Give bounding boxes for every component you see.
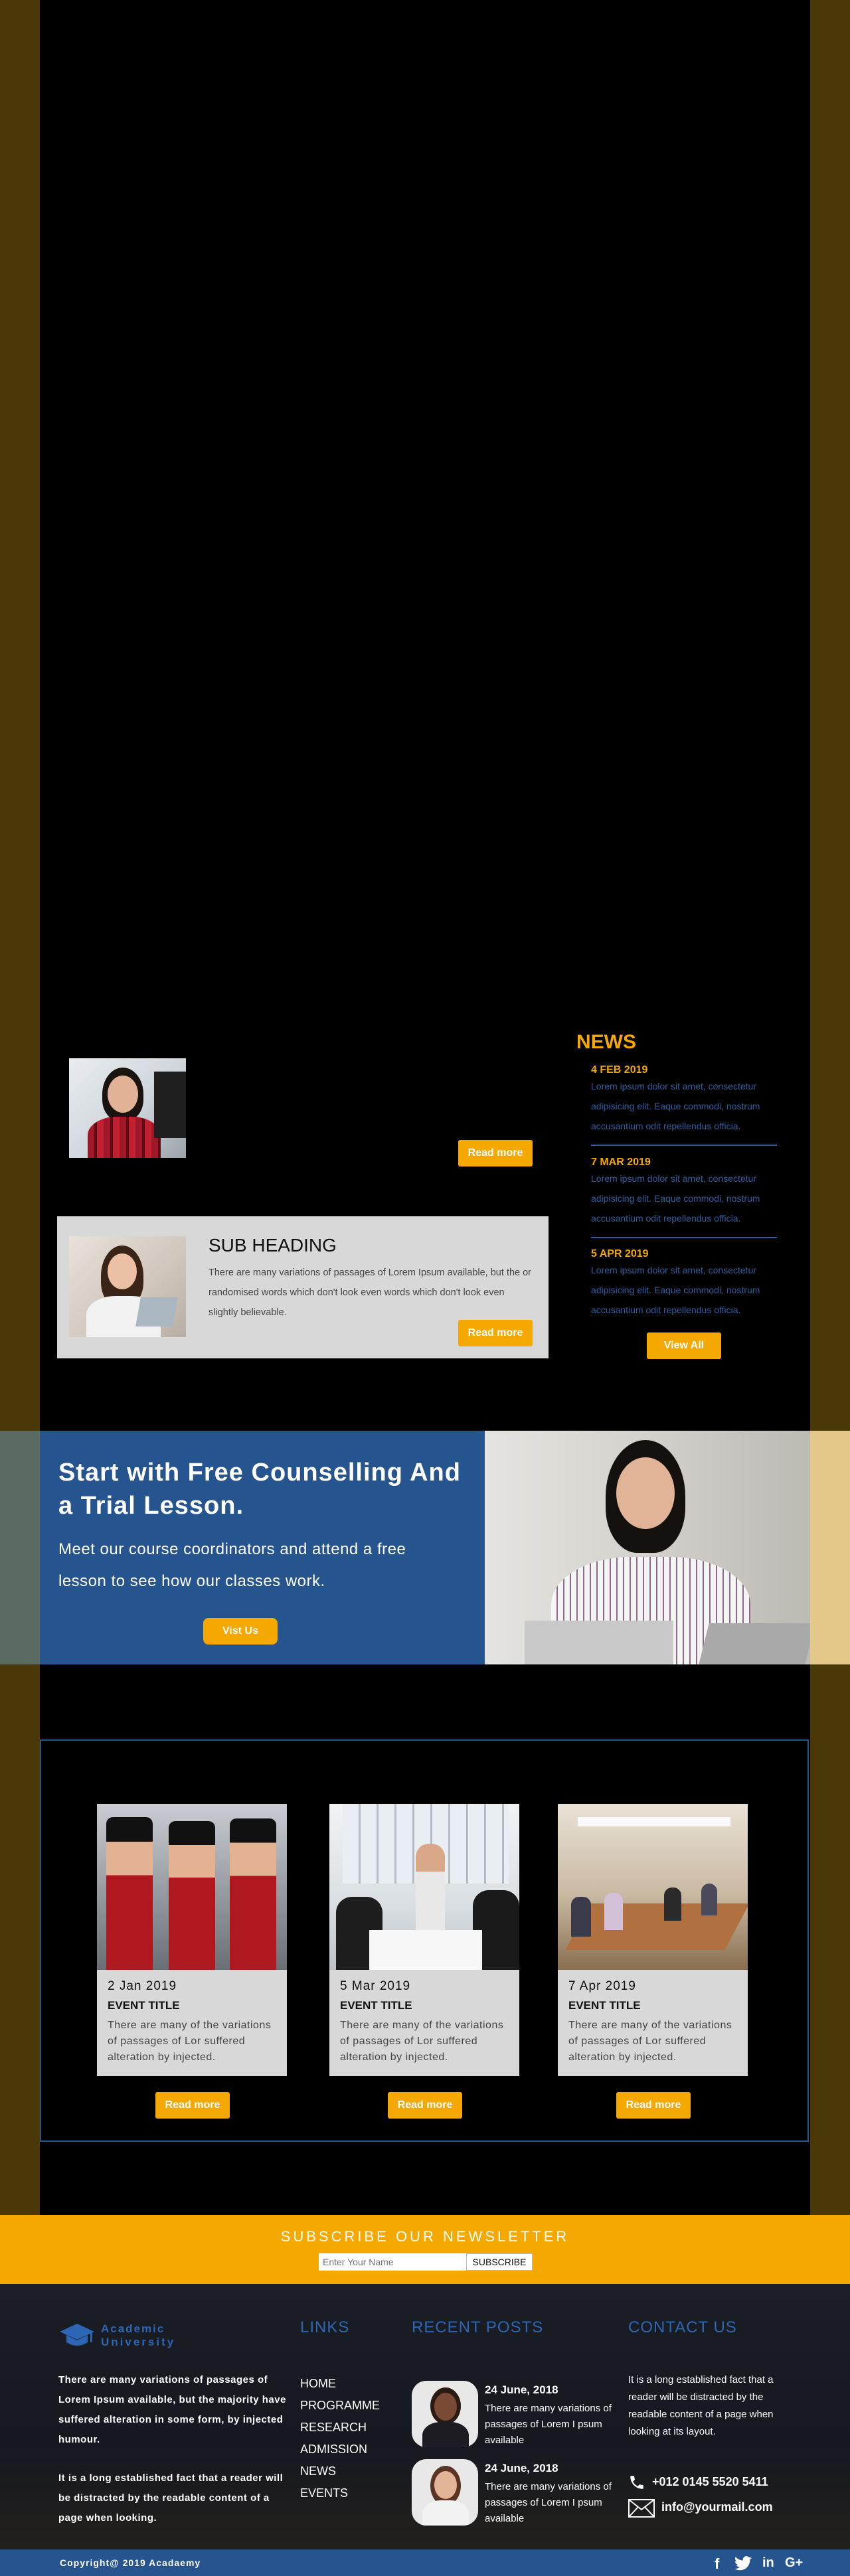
event-text: There are many of the variations of pass… bbox=[108, 2020, 272, 2063]
news-item[interactable]: 5 APR 2019 Lorem ipsum dolor sit amet, c… bbox=[591, 1248, 777, 1320]
footer-link-research[interactable]: RESEARCH bbox=[300, 2417, 380, 2439]
view-all-button[interactable]: View All bbox=[647, 1332, 721, 1359]
copyright-bar: Copyright@ 2019 Acadaemy f in G+ bbox=[0, 2549, 850, 2576]
event-title: EVENT TITLE bbox=[108, 1999, 180, 2012]
phone-number: +012 0145 5520 5411 bbox=[652, 2475, 768, 2488]
envelope-icon bbox=[628, 2499, 655, 2518]
sub-heading-card: SUB HEADING There are many variations of… bbox=[57, 1216, 549, 1358]
right-gutter bbox=[810, 0, 850, 1431]
event-text: There are many of the variations of pass… bbox=[568, 2020, 732, 2063]
linkedin-icon[interactable]: in bbox=[762, 2555, 774, 2571]
divider bbox=[591, 1237, 777, 1238]
contact-title: CONTACT US bbox=[628, 2318, 737, 2336]
news-item[interactable]: 4 FEB 2019 Lorem ipsum dolor sit amet, c… bbox=[591, 1064, 777, 1136]
recent-post[interactable]: 24 June, 2018 There are many variations … bbox=[412, 2459, 624, 2528]
facebook-icon[interactable]: f bbox=[715, 2555, 719, 2573]
footer-about-2: It is a long established fact that a rea… bbox=[58, 2472, 284, 2524]
sub-card-text: There are many variations of passages of… bbox=[209, 1267, 532, 1318]
footer: Academic University There are many varia… bbox=[0, 2284, 850, 2549]
links-title: LINKS bbox=[300, 2318, 350, 2336]
footer-link-programme[interactable]: PROGRAMME bbox=[300, 2395, 380, 2417]
counselling-banner: Start with Free Counselling And a Trial … bbox=[0, 1431, 850, 1664]
twitter-icon[interactable] bbox=[734, 2556, 752, 2571]
right-gutter-lower bbox=[810, 1664, 850, 2215]
read-more-button[interactable]: Read more bbox=[458, 1140, 533, 1167]
left-gutter-lower bbox=[0, 1664, 40, 2215]
event-title: EVENT TITLE bbox=[340, 1999, 412, 2012]
footer-about-1: There are many variations of passages of… bbox=[58, 2374, 286, 2445]
google-plus-icon[interactable]: G+ bbox=[785, 2555, 803, 2571]
newsletter-section: SUBSCRIBE OUR NEWSLETTER SUBSCRIBE bbox=[0, 2215, 850, 2284]
event-card: 7 Apr 2019 EVENT TITLE There are many of… bbox=[558, 1804, 748, 2076]
event-read-more-button[interactable]: Read more bbox=[388, 2092, 462, 2119]
read-more-button[interactable]: Read more bbox=[458, 1320, 533, 1346]
contact-text: It is a long established fact that a rea… bbox=[628, 2374, 774, 2437]
banner-edge bbox=[0, 1431, 40, 1664]
graduation-cap-icon bbox=[60, 2324, 94, 2346]
event-date: 5 Mar 2019 bbox=[340, 1979, 411, 1993]
news-date: 5 APR 2019 bbox=[591, 1248, 649, 1259]
event-photo bbox=[558, 1804, 748, 1970]
logo[interactable]: Academic University bbox=[58, 2322, 191, 2353]
logo-text-line1: Academic bbox=[101, 2322, 165, 2335]
post-date: 24 June, 2018 bbox=[485, 2383, 558, 2396]
counselling-text: Meet our course coordinators and attend … bbox=[58, 1540, 406, 1590]
social-icons: f in G+ bbox=[715, 2555, 814, 2573]
recent-posts-title: RECENT POSTS bbox=[412, 2318, 544, 2336]
event-read-more-button[interactable]: Read more bbox=[155, 2092, 230, 2119]
banner-edge bbox=[810, 1431, 850, 1664]
sub-card-thumbnail bbox=[69, 1236, 186, 1337]
recent-post[interactable]: 24 June, 2018 There are many variations … bbox=[412, 2381, 624, 2450]
footer-link-news[interactable]: NEWS bbox=[300, 2460, 380, 2482]
divider bbox=[591, 1145, 777, 1146]
post-avatar bbox=[412, 2381, 478, 2447]
visit-us-button[interactable]: Vist Us bbox=[203, 1618, 278, 1645]
post-date: 24 June, 2018 bbox=[485, 2462, 558, 2474]
footer-links: HOME PROGRAMME RESEARCH ADMISSION NEWS E… bbox=[300, 2373, 380, 2504]
news-text: Lorem ipsum dolor sit amet, consectetur … bbox=[591, 1265, 760, 1315]
news-text: Lorem ipsum dolor sit amet, consectetur … bbox=[591, 1173, 760, 1224]
footer-link-home[interactable]: HOME bbox=[300, 2373, 380, 2395]
post-thumbnail bbox=[69, 1058, 186, 1158]
copyright-text: Copyright@ 2019 Acadaemy bbox=[60, 2557, 201, 2568]
email-address: info@yourmail.com bbox=[661, 2500, 773, 2514]
event-date: 7 Apr 2019 bbox=[568, 1979, 636, 1993]
news-date: 4 FEB 2019 bbox=[591, 1064, 648, 1076]
event-read-more-button[interactable]: Read more bbox=[616, 2092, 691, 2119]
counselling-photo bbox=[485, 1431, 810, 1664]
newsletter-name-input[interactable] bbox=[319, 2253, 466, 2271]
event-text: There are many of the variations of pass… bbox=[340, 2020, 504, 2063]
footer-link-admission[interactable]: ADMISSION bbox=[300, 2439, 380, 2460]
logo-text-line2: University bbox=[101, 2336, 176, 2348]
news-text: Lorem ipsum dolor sit amet, consectetur … bbox=[591, 1081, 760, 1131]
counselling-heading: Start with Free Counselling And a Trial … bbox=[58, 1459, 461, 1520]
event-title: EVENT TITLE bbox=[568, 1999, 641, 2012]
left-gutter bbox=[0, 0, 40, 1431]
news-date: 7 MAR 2019 bbox=[591, 1157, 651, 1168]
sub-heading: SUB HEADING bbox=[209, 1235, 337, 1255]
phone-icon bbox=[630, 2476, 643, 2489]
newsletter-title: SUBSCRIBE OUR NEWSLETTER bbox=[280, 2228, 570, 2245]
event-date: 2 Jan 2019 bbox=[108, 1979, 177, 1993]
subscribe-button[interactable]: SUBSCRIBE bbox=[466, 2253, 533, 2271]
news-item[interactable]: 7 MAR 2019 Lorem ipsum dolor sit amet, c… bbox=[591, 1157, 777, 1228]
footer-link-events[interactable]: EVENTS bbox=[300, 2482, 380, 2504]
post-avatar bbox=[412, 2459, 478, 2526]
post-text: There are many variations of passages of… bbox=[485, 2481, 612, 2524]
event-photo bbox=[97, 1804, 287, 1970]
post-text: There are many variations of passages of… bbox=[485, 2403, 612, 2446]
news-title: NEWS bbox=[576, 1031, 636, 1053]
event-photo bbox=[329, 1804, 519, 1970]
event-card: 2 Jan 2019 EVENT TITLE There are many of… bbox=[97, 1804, 287, 2076]
event-card: 5 Mar 2019 EVENT TITLE There are many of… bbox=[329, 1804, 519, 2076]
